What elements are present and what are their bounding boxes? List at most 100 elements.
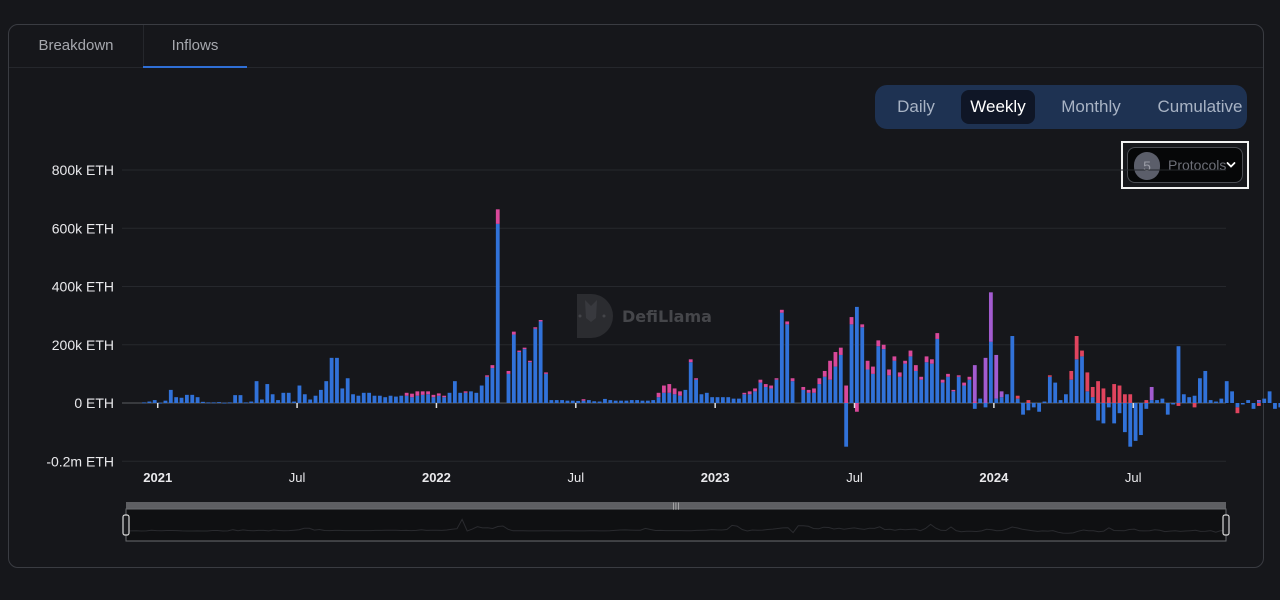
y-tick-label: 200k ETH — [52, 337, 114, 353]
bar-segment — [1031, 403, 1036, 408]
x-tick-label: 2022 — [422, 470, 451, 485]
bar-segment — [147, 401, 152, 403]
bar-segment — [924, 356, 929, 363]
zoom-slider[interactable]: ||| — [122, 502, 1230, 542]
bar-segment — [1256, 400, 1261, 402]
y-tick-label: 800k ETH — [52, 162, 114, 178]
bar-segment — [217, 402, 221, 403]
bar-segment — [871, 366, 875, 374]
bar-segment — [988, 292, 993, 342]
y-tick-label: -0.2m ETH — [46, 453, 114, 469]
bar-segment — [1256, 401, 1261, 403]
bar-segment — [1240, 403, 1245, 405]
bar-segment — [1117, 403, 1122, 414]
bars — [142, 209, 1280, 447]
bar-segment — [913, 365, 918, 371]
bar-segment — [426, 394, 430, 403]
bar-segment — [720, 397, 725, 403]
bar-segment — [238, 395, 243, 403]
bar-segment — [442, 395, 447, 398]
bar-segment — [1149, 386, 1154, 401]
y-tick-label: 600k ETH — [52, 220, 114, 236]
bar-segment — [549, 400, 554, 403]
bar-segment — [1058, 400, 1063, 403]
bar-segment — [951, 391, 956, 403]
bar-segment — [1106, 397, 1111, 403]
bar-segment — [774, 379, 779, 403]
bar-segment — [924, 362, 929, 403]
bar-segment — [699, 394, 704, 403]
bar-segment — [1208, 400, 1213, 403]
bar-segment — [377, 395, 382, 403]
bar-segment — [538, 321, 543, 403]
bar-segment — [329, 357, 334, 403]
bar-segment — [678, 391, 682, 396]
zoom-slider-window — [125, 508, 1227, 542]
bar-segment — [951, 389, 956, 392]
bar-segment — [608, 400, 613, 403]
bar-segment — [533, 328, 538, 403]
bar-segment — [404, 392, 409, 396]
bar-segment — [469, 391, 473, 403]
bar-segment — [903, 363, 908, 403]
bar-segment — [683, 389, 688, 403]
bar-segment — [737, 398, 741, 403]
bar-segment — [672, 388, 677, 395]
bar-segment — [983, 403, 988, 408]
bar-segment — [1047, 376, 1052, 403]
bar-segment — [1176, 346, 1181, 403]
bar-segment — [1235, 407, 1240, 414]
bar-segment — [972, 365, 977, 402]
bar-segment — [833, 352, 838, 367]
bar-segment — [511, 334, 516, 403]
bar-segment — [201, 401, 205, 403]
bar-segment — [838, 354, 843, 403]
bar-segment — [1090, 386, 1095, 398]
bar-segment — [678, 395, 682, 403]
bar-segment — [436, 395, 441, 403]
bar-segment — [742, 392, 747, 395]
bar-segment — [715, 397, 720, 403]
bar-segment — [249, 401, 254, 403]
bar-segment — [999, 397, 1004, 403]
bar-segment — [222, 402, 227, 404]
bar-segment — [158, 402, 162, 404]
bar-segment — [940, 382, 945, 403]
bar-segment — [233, 395, 238, 403]
bar-segment — [1117, 385, 1122, 403]
bar-segment — [351, 394, 355, 403]
bar-segment — [286, 392, 291, 403]
bar-segment — [1144, 400, 1149, 403]
watermark: DefiLlama — [577, 294, 712, 338]
bar-segment — [844, 403, 849, 447]
x-tick-label: 2021 — [143, 470, 172, 485]
bar-segment — [662, 385, 666, 393]
bar-segment — [533, 327, 538, 329]
bar-segment — [694, 378, 698, 380]
bar-segment — [871, 373, 875, 403]
bar-segment — [1171, 403, 1176, 405]
bar-segment — [335, 357, 339, 403]
zoom-handle-right[interactable] — [1222, 514, 1230, 536]
bar-segment — [179, 397, 184, 403]
bar-segment — [1246, 400, 1251, 403]
bar-segment — [988, 341, 993, 403]
zoom-handle-left[interactable] — [122, 514, 130, 536]
bar-segment — [152, 400, 157, 403]
bar-segment — [1198, 378, 1202, 403]
bar-segment — [1235, 403, 1240, 408]
bar-segment — [276, 400, 280, 403]
bar-segment — [554, 400, 559, 403]
bar-segment — [1101, 403, 1106, 424]
bar-segment — [1042, 401, 1047, 403]
bar-segment — [1273, 403, 1277, 409]
bar-segment — [629, 400, 634, 403]
bar-segment — [897, 372, 902, 377]
bar-segment — [576, 400, 581, 403]
bar-segment — [420, 394, 425, 403]
bar-segment — [817, 384, 822, 403]
bar-segment — [399, 395, 404, 403]
bar-segment — [876, 340, 881, 347]
bar-segment — [586, 400, 591, 403]
bar-segment — [495, 223, 500, 403]
